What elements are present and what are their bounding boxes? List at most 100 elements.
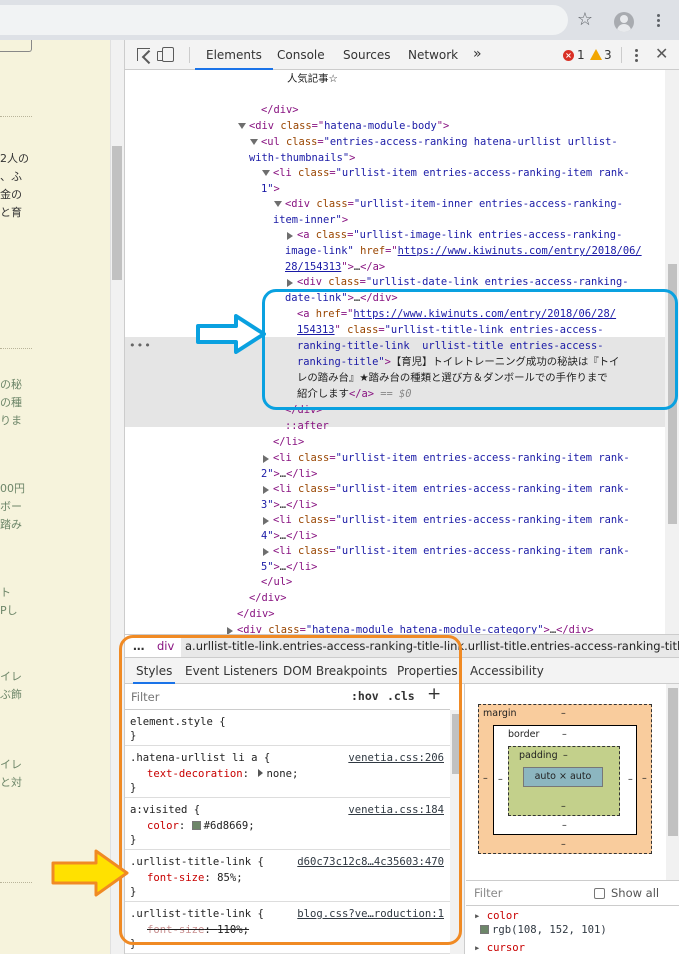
page-text-fragment: ト [0, 586, 11, 599]
collapse-arrow-icon[interactable] [263, 455, 269, 463]
tree-line[interactable]: <li class="urllist-item entries-access-r… [273, 166, 630, 182]
tree-line[interactable]: <li class="urllist-item entries-access-r… [273, 513, 630, 529]
tab-sources[interactable]: Sources [343, 40, 390, 70]
collapse-arrow-icon[interactable] [263, 486, 269, 494]
node-actions-icon[interactable]: ••• [129, 338, 152, 354]
box-model-padding[interactable]: padding – – auto × auto [508, 746, 620, 816]
tree-line[interactable]: <li class="urllist-item entries-access-r… [273, 451, 630, 467]
tree-line[interactable]: </div> [261, 103, 299, 119]
browser-menu-icon[interactable] [650, 12, 666, 30]
collapse-arrow-icon[interactable] [287, 279, 293, 287]
tree-line[interactable]: <div class="hatena-module-body"> [249, 119, 449, 135]
tree-line[interactable]: 5">…</li> [261, 560, 317, 576]
tab-accessibility[interactable]: Accessibility [470, 658, 544, 684]
tree-line[interactable]: 28/154313">…</a> [285, 260, 385, 276]
tree-line[interactable]: </li> [273, 435, 304, 451]
box-model-border[interactable]: border – – – – padding – – auto × auto [493, 725, 637, 835]
tab-console[interactable]: Console [277, 40, 325, 70]
devtools-menu-icon[interactable] [633, 47, 639, 63]
page-divider [0, 348, 32, 349]
page-text-fragment: の種 [0, 396, 22, 409]
error-icon[interactable]: × [563, 50, 574, 61]
blue-arrow-icon [196, 314, 266, 354]
padding-bottom-value[interactable]: – [561, 801, 566, 812]
tree-line[interactable]: 1"> [261, 182, 280, 198]
tree-line[interactable]: with-thumbnails"> [249, 151, 355, 167]
tab-network[interactable]: Network [408, 40, 458, 70]
tree-line[interactable]: </div> [249, 591, 287, 607]
tree-line[interactable]: <a class="urllist-image-link entries-acc… [297, 228, 622, 244]
page-text-fragment: 金の [0, 188, 22, 201]
tree-line[interactable]: 人気記事☆ [287, 72, 338, 88]
address-bar[interactable] [0, 5, 568, 35]
margin-right-value[interactable]: – [642, 773, 647, 784]
tree-line[interactable]: <li class="urllist-item entries-access-r… [273, 544, 630, 560]
tree-line[interactable]: <ul class="entries-access-ranking hatena… [261, 135, 618, 151]
collapse-arrow-icon[interactable] [287, 232, 293, 240]
computed-property[interactable]: ▸ cursor [474, 942, 525, 954]
padding-top-value[interactable]: – [563, 750, 568, 761]
margin-bottom-value[interactable]: – [561, 839, 566, 850]
page-text-fragment: 2人の [0, 152, 29, 165]
computed-property[interactable]: ▸ color [474, 910, 519, 922]
highlight-box-blue [262, 289, 678, 410]
color-swatch[interactable] [480, 925, 489, 934]
page-text-fragment: と育 [0, 206, 22, 219]
tree-line[interactable]: item-inner"> [273, 213, 348, 229]
border-label: border [508, 729, 540, 740]
error-count[interactable]: 1 [577, 48, 585, 62]
page-divider [0, 882, 32, 883]
tree-line[interactable]: </ul> [261, 575, 292, 591]
page-text-fragment: イレ [0, 758, 22, 771]
page-text-fragment: Pし [0, 604, 18, 617]
box-model-content[interactable]: auto × auto [523, 767, 603, 787]
warning-icon[interactable] [590, 49, 602, 60]
expand-arrow-icon[interactable] [262, 170, 270, 176]
web-page-content: 2人の 、ふ 金の と育 の秘 の種 りま 00円 ボー 踏みト Pし イレ ぶ飾 イレ と対 [0, 40, 110, 954]
computed-filter-input[interactable]: Filter [474, 886, 502, 900]
collapse-arrow-icon[interactable] [227, 627, 233, 634]
tree-line[interactable]: 3">…</li> [261, 498, 317, 514]
devtools-toolbar: Elements Console Sources Network » × 1 3… [125, 40, 679, 70]
tree-line[interactable]: <div class="urllist-item-inner entries-a… [285, 197, 623, 213]
border-left-value[interactable]: – [498, 774, 503, 785]
tree-line[interactable]: <div class="hatena-module hatena-module-… [237, 623, 594, 634]
tree-line[interactable]: ::after [285, 419, 329, 435]
tab-elements[interactable]: Elements [195, 40, 273, 70]
computed-value: rgb(108, 152, 101) [480, 924, 607, 936]
bookmark-star-icon[interactable]: ☆ [575, 10, 595, 30]
highlight-box-orange [119, 635, 462, 945]
page-search-input[interactable] [0, 40, 32, 52]
device-toolbar-icon[interactable] [157, 47, 174, 62]
yellow-arrow-icon [51, 849, 129, 897]
border-top-value[interactable]: – [562, 729, 567, 740]
close-devtools-icon[interactable]: ✕ [655, 44, 668, 63]
tree-line[interactable]: image-link" href="https://www.kiwinuts.c… [285, 244, 642, 260]
collapse-arrow-icon[interactable] [263, 517, 269, 525]
tree-line[interactable]: 4">…</li> [261, 529, 317, 545]
page-text-fragment: イレ [0, 670, 22, 683]
tree-line[interactable]: 2">…</li> [261, 467, 317, 483]
inspect-element-icon[interactable] [137, 48, 150, 61]
expand-arrow-icon[interactable] [274, 201, 282, 207]
page-text-fragment: 、ふ [0, 170, 22, 183]
margin-label: margin [483, 708, 517, 719]
expand-arrow-icon[interactable] [238, 123, 246, 129]
margin-top-value[interactable]: – [561, 708, 566, 719]
box-model-margin[interactable]: margin – – – – border – – – – padding – … [478, 704, 652, 854]
profile-avatar-icon[interactable] [614, 12, 634, 32]
border-bottom-value[interactable]: – [562, 820, 567, 831]
show-all-checkbox[interactable] [594, 888, 605, 899]
tree-line[interactable]: </div> [237, 607, 275, 623]
tree-line[interactable]: <li class="urllist-item entries-access-r… [273, 482, 630, 498]
more-tabs-icon[interactable]: » [473, 46, 482, 62]
expand-arrow-icon[interactable] [250, 139, 258, 145]
box-scrollbar-thumb[interactable] [668, 688, 678, 836]
collapse-arrow-icon[interactable] [263, 548, 269, 556]
margin-left-value[interactable]: – [483, 773, 488, 784]
border-right-value[interactable]: – [628, 774, 633, 785]
page-scrollbar-thumb[interactable] [112, 146, 122, 280]
warning-count[interactable]: 3 [604, 48, 612, 62]
page-text-fragment: ボー [0, 500, 22, 513]
padding-label: padding [519, 750, 558, 761]
